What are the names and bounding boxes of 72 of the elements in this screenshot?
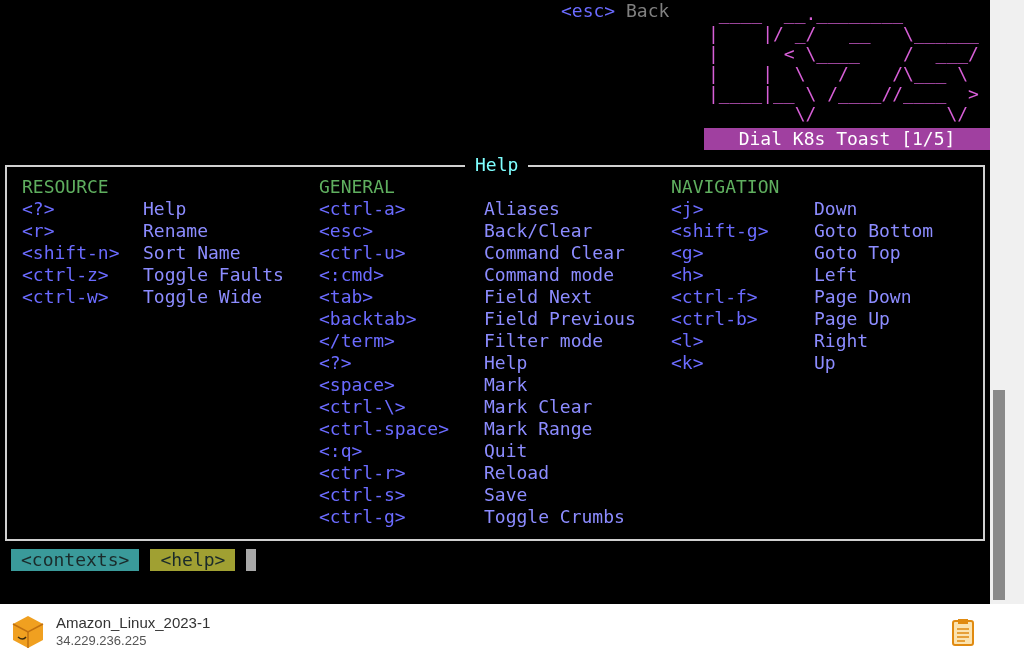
panel-title: Help xyxy=(465,154,529,176)
shortcut-action: Toggle Wide xyxy=(143,286,263,308)
box-icon xyxy=(12,615,44,649)
shortcut-action: Toggle Crumbs xyxy=(484,506,625,528)
shortcut-action: Page Up xyxy=(814,308,890,330)
shortcut-action: Page Down xyxy=(814,286,912,308)
shortcut-action: Rename xyxy=(143,220,209,242)
shortcut-key: <shift-n> xyxy=(22,242,143,264)
instance-address: 34.229.236.225 xyxy=(56,632,148,650)
section-heading: NAVIGATION xyxy=(671,176,780,198)
shortcut-key: <ctrl-space> xyxy=(319,418,484,440)
logo-ascii-art: ____ __.________ | |/ _/ __ \______ | < \____ / ___/ | | \ / /\___ \ |____|__ \ /____//____ > \/ \/ xyxy=(707,2,980,126)
shortcut-key: <:cmd> xyxy=(319,264,484,286)
shortcut-action: Command Clear xyxy=(484,242,625,264)
shortcut-key: </term> xyxy=(319,330,484,352)
shortcut-action: Up xyxy=(814,352,836,374)
breadcrumb[interactable]: <contexts> xyxy=(11,549,140,571)
shortcut-key: <r> xyxy=(22,220,143,242)
shortcut-action: Field Next xyxy=(484,286,593,308)
shortcut-key: <esc> xyxy=(319,220,484,242)
shortcut-action: Field Previous xyxy=(484,308,636,330)
instance-name: Amazon_Linux_2023-1 xyxy=(56,614,211,632)
shortcut-action: Reload xyxy=(484,462,550,484)
shortcut-action: Mark xyxy=(484,374,528,396)
shortcut-action: Left xyxy=(814,264,858,286)
breadcrumb[interactable]: <help> xyxy=(150,549,236,571)
shortcut-key: <k> xyxy=(671,352,814,374)
shortcut-key: <g> xyxy=(671,242,814,264)
shortcut-action: Mark Clear xyxy=(484,396,593,418)
shortcut-action: Right xyxy=(814,330,869,352)
shortcut-action: Down xyxy=(814,198,858,220)
shortcut-key: <ctrl-u> xyxy=(319,242,484,264)
shortcut-action: Filter mode xyxy=(484,330,604,352)
shortcut-key: <ctrl-a> xyxy=(319,198,484,220)
shortcut-key: <ctrl-f> xyxy=(671,286,814,308)
shortcut-action: Goto Bottom xyxy=(814,220,934,242)
shortcut-action: Aliases xyxy=(484,198,560,220)
clipboard-icon[interactable] xyxy=(952,618,974,646)
shortcut-action: Sort Name xyxy=(143,242,241,264)
shortcut-key: <ctrl-\> xyxy=(319,396,484,418)
section-heading: GENERAL xyxy=(319,176,395,198)
shortcut-action: Command mode xyxy=(484,264,615,286)
text-cursor xyxy=(246,549,257,571)
shortcut-key: <ctrl-z> xyxy=(22,264,143,286)
shortcut-key: <shift-g> xyxy=(671,220,814,242)
shortcut-key: <:q> xyxy=(319,440,484,462)
shortcut-action: Toggle Faults xyxy=(143,264,284,286)
shortcut-key: <?> xyxy=(319,352,484,374)
shortcut-action: Quit xyxy=(484,440,528,462)
shortcut-action: Back/Clear xyxy=(484,220,593,242)
shortcut-key: <?> xyxy=(22,198,143,220)
shortcut-key: <space> xyxy=(319,374,484,396)
shortcut-key: <backtab> xyxy=(319,308,484,330)
shortcut-key: <ctrl-w> xyxy=(22,286,143,308)
shortcut-action: Goto Top xyxy=(814,242,901,264)
shortcut-action: Mark Range xyxy=(484,418,593,440)
shortcut-key: <ctrl-r> xyxy=(319,462,484,484)
scrollbar[interactable] xyxy=(990,0,1024,604)
shortcut-key: <ctrl-b> xyxy=(671,308,814,330)
section-heading: RESOURCE xyxy=(22,176,109,198)
shortcut-key: <ctrl-g> xyxy=(319,506,484,528)
shortcut-action: Help xyxy=(484,352,528,374)
hint-label: Back xyxy=(626,0,670,21)
shortcut-key: <j> xyxy=(671,198,814,220)
toast-banner: Dial K8s Toast [1/5] xyxy=(704,128,990,150)
shortcut-key: <tab> xyxy=(319,286,484,308)
shortcut-key: <ctrl-s> xyxy=(319,484,484,506)
shortcut-action: Help xyxy=(143,198,187,220)
key-hint: <esc> xyxy=(561,0,617,21)
shortcut-action: Save xyxy=(484,484,528,506)
shortcut-key: <h> xyxy=(671,264,814,286)
shortcut-key: <l> xyxy=(671,330,814,352)
